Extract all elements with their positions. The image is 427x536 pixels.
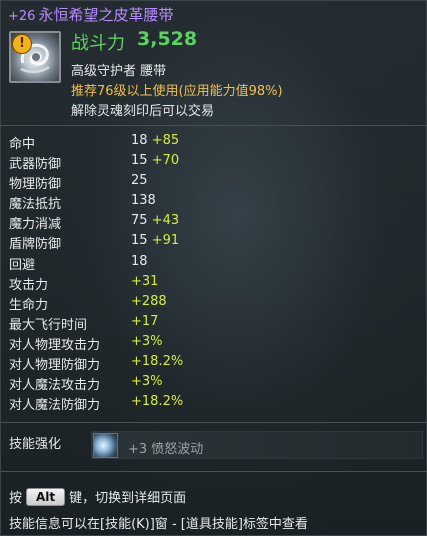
- stat-bonus-value: +3%: [131, 333, 163, 349]
- divider: [1, 422, 427, 423]
- alt-key: Alt: [26, 488, 66, 506]
- item-name: 永恒希望之皮革腰带: [38, 6, 174, 24]
- stat-value: +3%: [131, 374, 163, 389]
- stat-name: 对人物理攻击力: [9, 337, 101, 353]
- item-title: +26 永恒希望之皮革腰带: [8, 4, 173, 25]
- stat-row: 物理防御 25: [1, 171, 427, 193]
- stat-row: 对人物理防御力 +18.2%: [1, 352, 427, 374]
- skill-wave-icon: [93, 433, 118, 458]
- stat-value: 138: [131, 193, 156, 208]
- item-tooltip: +26 永恒希望之皮革腰带 ! 战斗力 3,528 高级守护者 腰带 推荐76级以…: [0, 0, 427, 536]
- stat-row: 命中 18 +85: [1, 131, 427, 152]
- alt-hint: 按 Alt 键，切换到详细页面: [9, 487, 186, 506]
- stat-value: +18.2%: [131, 394, 183, 409]
- stat-row: 魔力消减 75 +43: [1, 211, 427, 233]
- stat-value: 25: [131, 173, 148, 188]
- stat-base-value: 18: [131, 253, 148, 269]
- stat-row: 生命力 +288: [1, 292, 427, 313]
- stat-row: 攻击力 +31: [1, 272, 427, 293]
- stat-base-value: 15: [131, 233, 148, 249]
- stat-row: 对人魔法防御力 +18.2%: [1, 392, 427, 414]
- stat-value: +17: [131, 314, 158, 329]
- stat-base-value: 18: [131, 133, 148, 148]
- stats-list: 命中 18 +85 武器防御 15 +70 物理防御 25 魔法抵抗 138 魔力消减 75 +4…: [1, 131, 427, 414]
- stat-value: 15 +91: [131, 233, 179, 248]
- stat-value: +31: [131, 274, 158, 289]
- stat-name: 盾牌防御: [9, 237, 62, 253]
- warning-icon: !: [12, 34, 32, 54]
- stat-base-value: 25: [131, 173, 148, 189]
- stat-bonus-value: +18.2%: [131, 394, 184, 410]
- stat-name: 生命力: [9, 297, 49, 313]
- skill-enhance-entry[interactable]: +3 愤怒波动: [91, 431, 423, 459]
- stat-bonus-value: +91: [151, 233, 180, 249]
- stat-row: 回避 18: [1, 252, 427, 273]
- stat-name: 魔力消减: [9, 217, 62, 233]
- stat-value: 18: [131, 254, 148, 269]
- stat-name: 对人魔法攻击力: [9, 378, 101, 394]
- stat-name: 攻击力: [9, 277, 49, 293]
- stat-name: 回避: [9, 257, 36, 273]
- stat-row: 最大飞行时间 +17: [1, 312, 427, 333]
- enchant-level: +26: [8, 9, 36, 24]
- stat-name: 物理防御: [9, 177, 62, 193]
- stat-row: 武器防御 15 +70: [1, 151, 427, 173]
- stat-bonus-value: +85: [151, 133, 180, 148]
- stat-row: 魔法抵抗 138: [1, 191, 427, 213]
- stat-base-value: 75: [131, 213, 148, 229]
- stat-bonus-value: +70: [151, 153, 180, 169]
- stat-value: 75 +43: [131, 213, 179, 228]
- item-requirement: 推荐76级以上使用(应用能力值98%): [71, 84, 283, 99]
- stat-base-value: 15: [131, 153, 148, 169]
- combat-power-value: 3,528: [137, 28, 198, 50]
- divider: [1, 471, 427, 472]
- stat-name: 命中: [9, 137, 36, 152]
- stat-name: 对人物理防御力: [9, 358, 101, 374]
- stat-bonus-value: +288: [131, 293, 167, 309]
- stat-value: 15 +70: [131, 153, 179, 168]
- alt-hint-suffix: 键，切换到详细页面: [69, 491, 187, 506]
- stat-bonus-value: +31: [131, 273, 159, 289]
- stat-value: +18.2%: [131, 354, 183, 369]
- stat-bonus-value: +18.2%: [131, 354, 184, 370]
- stat-bonus-value: +43: [151, 213, 180, 229]
- skill-enhance-label: 技能强化: [9, 437, 62, 452]
- stat-name: 魔法抵抗: [9, 197, 62, 213]
- stat-value: +288: [131, 294, 167, 309]
- item-trade-note: 解除灵魂刻印后可以交易: [71, 104, 215, 119]
- stat-row: 盾牌防御 15 +91: [1, 231, 427, 253]
- skill-enhance-text: +3 愤怒波动: [128, 442, 204, 457]
- stat-bonus-value: +3%: [131, 374, 163, 390]
- stat-value: +3%: [131, 334, 163, 349]
- alt-hint-prefix: 按: [9, 491, 23, 506]
- stat-row: 对人物理攻击力 +3%: [1, 332, 427, 353]
- stat-name: 最大飞行时间: [9, 317, 88, 333]
- skill-info-hint: 技能信息可以在[技能(K)]窗 - [道具技能]标签中查看: [9, 517, 308, 532]
- stat-base-value: 138: [131, 193, 156, 209]
- stat-row: 对人魔法攻击力 +3%: [1, 372, 427, 394]
- item-grade-type: 高级守护者 腰带: [71, 64, 167, 79]
- stat-value: 18 +85: [131, 133, 179, 148]
- stat-name: 武器防御: [9, 157, 62, 173]
- leather-belt-icon[interactable]: !: [9, 31, 61, 83]
- stat-name: 对人魔法防御力: [9, 398, 101, 414]
- divider: [1, 125, 427, 126]
- stat-bonus-value: +17: [131, 313, 159, 329]
- combat-power-label: 战斗力: [71, 33, 125, 54]
